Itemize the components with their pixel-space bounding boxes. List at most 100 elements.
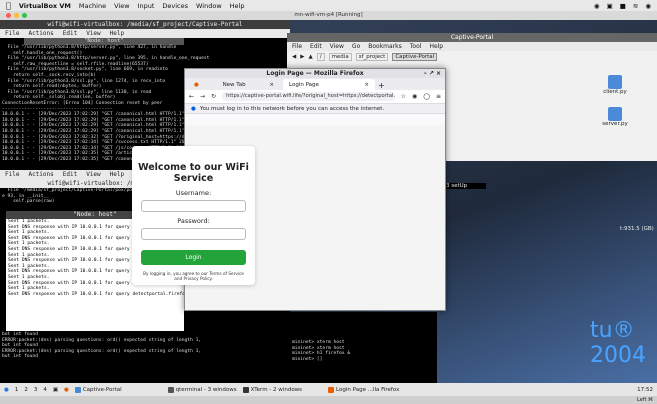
- terminal-menu: File Actions Edit View Help: [0, 29, 290, 38]
- close-icon[interactable]: ×: [269, 82, 274, 88]
- menu-go[interactable]: Go: [352, 42, 360, 51]
- back-icon[interactable]: ←: [189, 93, 194, 100]
- fm-menu: File Edit View Go Bookmarks Tool Help: [287, 42, 657, 51]
- password-field[interactable]: [141, 228, 246, 240]
- menu-view[interactable]: View: [114, 2, 129, 10]
- nav-bar: ← → ↻ https://captive-portal.wifi.life/?…: [185, 90, 445, 104]
- firefox-icon: ●: [194, 81, 199, 88]
- wifi-icon[interactable]: ≋: [633, 2, 638, 10]
- tab-new-tab[interactable]: ● New Tab ×: [188, 79, 280, 90]
- error-output: but int found ERROR:packet:(dns) parsing …: [0, 332, 290, 360]
- start-menu-icon[interactable]: ●: [4, 387, 9, 393]
- menu-edit[interactable]: Edit: [63, 29, 77, 38]
- close-icon[interactable]: ×: [364, 82, 369, 88]
- menu-help[interactable]: Help: [429, 42, 443, 51]
- tab-bar: ● New Tab × Login Page × +: [185, 78, 445, 90]
- menu-actions[interactable]: Actions: [28, 29, 53, 38]
- mininet-xterm[interactable]: mininet> xterm host mininet> xterm host mi…: [290, 312, 437, 383]
- host-key: Left ⌘: [637, 397, 653, 403]
- menu-bookmarks[interactable]: Bookmarks: [368, 42, 402, 51]
- username-label: Username:: [175, 189, 212, 197]
- menu-view[interactable]: View: [86, 170, 100, 179]
- account-icon[interactable]: ◯: [423, 93, 430, 100]
- app-menu[interactable]: VirtualBox VM: [19, 2, 71, 10]
- menu-file[interactable]: File: [292, 42, 302, 51]
- vm-window-title: mn-wifi-vm-p4 [Running]: [0, 11, 657, 20]
- menu-help[interactable]: Help: [230, 2, 245, 10]
- forward-icon[interactable]: →: [200, 93, 205, 100]
- url-bar[interactable]: https://captive-portal.wifi.life/?origin…: [222, 92, 395, 101]
- zoom-icon[interactable]: [22, 13, 27, 18]
- login-button[interactable]: Login: [141, 250, 246, 265]
- password-label: Password:: [177, 217, 210, 225]
- file-name: client.py: [603, 89, 627, 95]
- clock[interactable]: 17:52: [637, 387, 657, 393]
- menu-window[interactable]: Window: [196, 2, 222, 10]
- workspace-3[interactable]: 3: [34, 387, 38, 393]
- file-item[interactable]: client.py: [595, 75, 635, 95]
- menu-file[interactable]: File: [5, 29, 19, 38]
- menu-input[interactable]: Input: [138, 2, 155, 10]
- path-captive-portal[interactable]: Captive-Portal: [392, 53, 438, 61]
- menu-tool[interactable]: Tool: [410, 42, 422, 51]
- close-icon[interactable]: [6, 13, 11, 18]
- terminal-line: Sent DNS response with IP 10.0.0.1 for q…: [8, 291, 202, 297]
- task-xterm[interactable]: XTerm - 2 windows: [242, 386, 302, 393]
- forward-icon[interactable]: ▶: [300, 54, 304, 60]
- firefox-launcher-icon[interactable]: ●: [64, 387, 69, 393]
- window-controls[interactable]: – ↗ ×: [424, 69, 441, 78]
- login-card: Welcome to our WiFi Service Username: Pa…: [132, 146, 255, 285]
- minimize-icon[interactable]: [14, 13, 19, 18]
- terminal-line: mininet> []: [292, 356, 323, 362]
- menu-help[interactable]: Help: [110, 29, 124, 38]
- status-icon[interactable]: ◉: [594, 2, 600, 10]
- path-media[interactable]: media: [328, 53, 352, 61]
- menu-machine[interactable]: Machine: [79, 2, 106, 10]
- login-heading: Welcome to our WiFi Service: [138, 162, 249, 184]
- fm-toolbar: ◀ ▶ ▲ / media sf_project Captive-Portal: [287, 51, 657, 63]
- menu-edit[interactable]: Edit: [63, 170, 77, 179]
- watermark: tu® 2004: [590, 318, 646, 368]
- taskbar: ● 1 2 3 4 ▣ ● Captive-Portal qterminal -…: [0, 383, 657, 396]
- path-sf-project[interactable]: sf_project: [355, 53, 389, 61]
- tab-login-page[interactable]: Login Page ×: [283, 79, 375, 90]
- bookmark-star-icon[interactable]: ☆: [401, 93, 406, 100]
- workspace-4[interactable]: 4: [43, 387, 47, 393]
- window-title: Captive-Portal: [287, 33, 657, 42]
- task-firefox[interactable]: Login Page ...lla Firefox: [328, 386, 399, 393]
- task-captive-portal[interactable]: Captive-Portal: [74, 386, 122, 393]
- window-controls: [6, 13, 27, 18]
- new-tab-icon[interactable]: +: [378, 81, 385, 90]
- menu-devices[interactable]: Devices: [162, 2, 188, 10]
- captive-notice: ● You must log in to this network before…: [185, 104, 445, 114]
- status-icon[interactable]: ▣: [607, 2, 613, 10]
- firefox-titlebar: Login Page — Mozilla Firefox – ↗ ×: [185, 69, 445, 78]
- menu-view[interactable]: View: [330, 42, 344, 51]
- status-icon[interactable]: ■: [620, 2, 626, 10]
- task-qterminal[interactable]: qterminal - 3 windows: [167, 386, 237, 393]
- workspace-1[interactable]: 1: [15, 387, 19, 393]
- disk-size: t:931.5 (GB): [620, 226, 654, 232]
- path-root[interactable]: /: [316, 53, 325, 61]
- menu-icon[interactable]: ≡: [436, 93, 441, 100]
- menu-edit[interactable]: Edit: [310, 42, 322, 51]
- terminal-launcher-icon[interactable]: ▣: [53, 387, 58, 393]
- up-icon[interactable]: ▲: [308, 54, 312, 60]
- menu-actions[interactable]: Actions: [28, 170, 53, 179]
- window-title: wifi@wifi-virtualbox: /media/sf_project/…: [0, 20, 290, 29]
- menu-file[interactable]: File: [5, 170, 19, 179]
- menu-help[interactable]: Help: [110, 170, 124, 179]
- mac-menu-bar:  VirtualBox VM Machine View Input Devic…: [0, 0, 657, 11]
- file-name: server.py: [602, 121, 628, 127]
- pocket-icon[interactable]: ◉: [412, 93, 417, 100]
- username-field[interactable]: [141, 200, 246, 212]
- file-item[interactable]: server.py: [595, 107, 635, 127]
- back-icon[interactable]: ◀: [292, 54, 296, 60]
- side-text: 3 setUp: [446, 183, 486, 189]
- workspace-2[interactable]: 2: [24, 387, 28, 393]
- menu-view[interactable]: View: [86, 29, 100, 38]
- reload-icon[interactable]: ↻: [211, 93, 216, 100]
- python-file-icon: [608, 107, 622, 121]
- control-center-icon[interactable]: ◉: [645, 2, 651, 10]
- apple-icon[interactable]: : [6, 1, 11, 10]
